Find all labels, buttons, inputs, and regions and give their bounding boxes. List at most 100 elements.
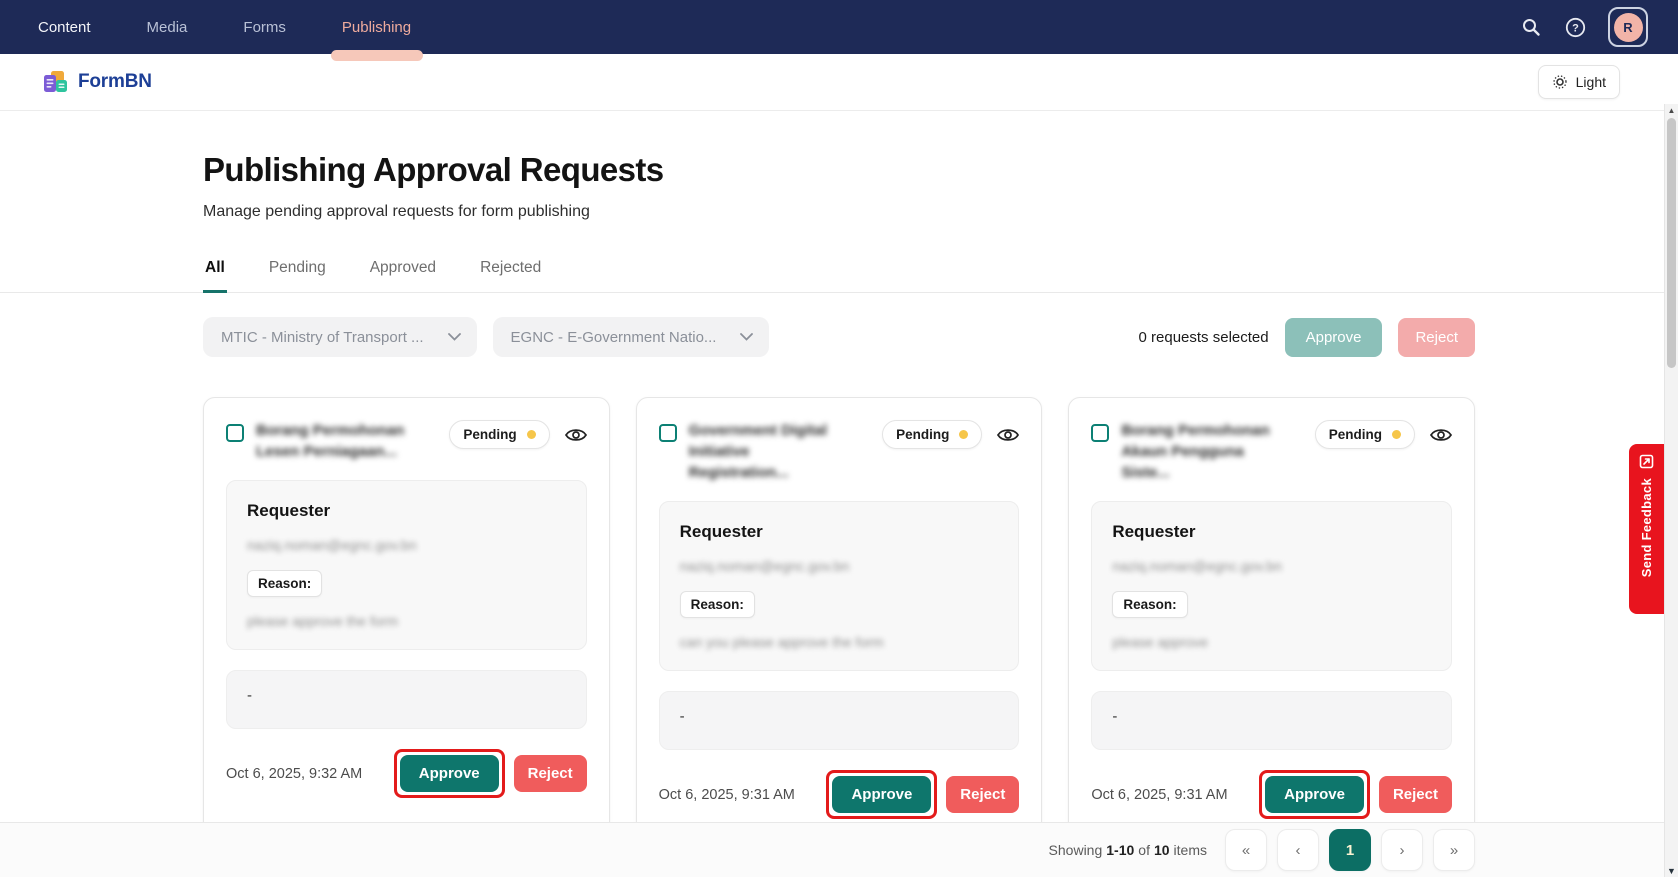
requester-panel: Requester naziq.noman@egnc.gov.bn Reason… xyxy=(1091,501,1452,671)
nav-item-publishing-label: Publishing xyxy=(341,18,412,36)
topnav-right-cluster: ? R xyxy=(1520,7,1648,47)
filter-row: MTIC - Ministry of Transport ... EGNC - … xyxy=(203,317,1475,357)
agency-filter-dropdown[interactable]: EGNC - E-Government Natio... xyxy=(492,317,770,357)
tab-approved[interactable]: Approved xyxy=(368,249,438,293)
reject-button[interactable]: Reject xyxy=(946,776,1020,813)
approve-highlight-outline: Approve xyxy=(826,770,938,819)
reject-button[interactable]: Reject xyxy=(1378,776,1452,813)
nav-item-content[interactable]: Content xyxy=(34,0,95,54)
nav-item-publishing[interactable]: Publishing xyxy=(330,0,423,61)
scroll-down-arrow-icon[interactable]: ▼ xyxy=(1665,866,1678,876)
eye-icon[interactable] xyxy=(564,427,587,443)
ministry-filter-value: MTIC - Ministry of Transport ... xyxy=(221,328,424,346)
status-tabs: All Pending Approved Rejected xyxy=(203,249,1475,293)
theme-toggle-button[interactable]: Light xyxy=(1537,65,1620,99)
pagination-bar: Showing 1-10 of 10 items « ‹ 1 › » xyxy=(0,822,1678,877)
tab-pending[interactable]: Pending xyxy=(267,249,328,293)
page-1-button[interactable]: 1 xyxy=(1329,829,1371,871)
user-menu-button[interactable]: R xyxy=(1608,7,1648,47)
formbn-logo-icon xyxy=(44,70,67,92)
status-badge-label: Pending xyxy=(896,427,950,442)
bulk-actions: 0 requests selected Approve Reject xyxy=(1139,317,1475,357)
app-bar: FormBN Light xyxy=(0,54,1678,111)
requester-email: naziq.noman@egnc.gov.bn xyxy=(1112,558,1282,574)
svg-text:?: ? xyxy=(1572,22,1579,34)
tab-rejected[interactable]: Rejected xyxy=(478,249,543,293)
card-footer: Oct 6, 2025, 9:31 AM Approve Reject xyxy=(1091,770,1452,819)
help-icon[interactable]: ? xyxy=(1564,16,1586,38)
active-nav-indicator xyxy=(330,50,423,61)
requester-email: naziq.noman@egnc.gov.bn xyxy=(679,558,850,574)
select-request-checkbox[interactable] xyxy=(226,424,244,442)
showing-of: of xyxy=(1138,842,1150,858)
request-card: Government Digital Initiative Registrati… xyxy=(635,397,1043,842)
tab-all[interactable]: All xyxy=(203,249,227,293)
select-request-checkbox[interactable] xyxy=(1091,424,1110,442)
form-title: Government Digital Initiative Registrati… xyxy=(688,422,828,481)
reject-button[interactable]: Reject xyxy=(513,755,587,792)
vertical-scrollbar[interactable]: ▲ ▼ xyxy=(1664,104,1678,877)
scrollbar-thumb[interactable] xyxy=(1667,118,1676,368)
approve-button[interactable]: Approve xyxy=(832,776,932,813)
request-cards: Borang Permohonan Lesen Perniagaan... Pe… xyxy=(203,397,1475,842)
comment-box: - xyxy=(226,670,587,729)
select-request-checkbox[interactable] xyxy=(658,424,677,442)
send-feedback-tab[interactable]: Send Feedback xyxy=(1629,444,1664,614)
last-page-button[interactable]: » xyxy=(1433,829,1475,871)
form-title: Borang Permohonan Akaun Pengguna Siste..… xyxy=(1121,422,1270,481)
request-date: Oct 6, 2025, 9:31 AM xyxy=(1091,786,1228,803)
eye-icon[interactable] xyxy=(1429,427,1452,443)
theme-toggle-label: Light xyxy=(1575,74,1606,90)
pager: « ‹ 1 › » xyxy=(1225,829,1475,871)
showing-suffix: items xyxy=(1173,842,1207,858)
bulk-reject-button[interactable]: Reject xyxy=(1398,317,1475,357)
top-navbar: Content Media Forms Publishing ? R xyxy=(0,0,1678,61)
status-badge: Pending xyxy=(882,420,983,449)
bulk-approve-button[interactable]: Approve xyxy=(1284,317,1383,357)
card-header: Government Digital Initiative Registrati… xyxy=(658,420,1020,483)
search-icon[interactable] xyxy=(1520,16,1542,38)
showing-total: 10 xyxy=(1153,842,1170,858)
next-page-button[interactable]: › xyxy=(1381,829,1423,871)
requester-email: naziq.noman@egnc.gov.bn xyxy=(247,537,417,553)
approve-button[interactable]: Approve xyxy=(399,755,499,792)
sun-icon xyxy=(1552,75,1567,89)
first-page-button[interactable]: « xyxy=(1225,829,1267,871)
approve-button[interactable]: Approve xyxy=(1265,776,1364,813)
scroll-up-arrow-icon[interactable]: ▲ xyxy=(1665,106,1678,115)
card-footer: Oct 6, 2025, 9:31 AM Approve Reject xyxy=(659,770,1020,819)
nav-item-forms[interactable]: Forms xyxy=(239,0,290,54)
eye-icon[interactable] xyxy=(997,427,1020,443)
pending-dot-icon xyxy=(1391,430,1401,439)
approve-highlight-outline: Approve xyxy=(1259,770,1370,819)
reason-label: Reason: xyxy=(1112,591,1188,618)
send-feedback-label: Send Feedback xyxy=(1639,478,1654,578)
form-title: Borang Permohonan Lesen Perniagaan... xyxy=(256,422,405,460)
reason-text: please approve the form xyxy=(247,613,398,629)
ministry-filter-dropdown[interactable]: MTIC - Ministry of Transport ... xyxy=(203,317,477,357)
request-card: Borang Permohonan Lesen Perniagaan... Pe… xyxy=(203,397,610,842)
reason-text: can you please approve the form xyxy=(679,634,884,650)
reason-label: Reason: xyxy=(679,591,755,618)
request-date: Oct 6, 2025, 9:32 AM xyxy=(226,765,363,782)
tabs-strip: All Pending Approved Rejected xyxy=(0,249,1678,293)
status-badge: Pending xyxy=(449,420,550,449)
reason-text: please approve xyxy=(1112,634,1209,650)
main-content: Publishing Approval Requests Manage pend… xyxy=(0,111,1678,842)
card-header: Borang Permohonan Lesen Perniagaan... Pe… xyxy=(226,420,587,462)
nav-item-media[interactable]: Media xyxy=(143,0,192,54)
prev-page-button[interactable]: ‹ xyxy=(1277,829,1319,871)
pending-dot-icon xyxy=(526,430,536,439)
showing-range: 1-10 xyxy=(1106,842,1135,858)
reason-label: Reason: xyxy=(247,570,323,597)
status-badge-label: Pending xyxy=(1328,427,1382,442)
card-header: Borang Permohonan Akaun Pengguna Siste..… xyxy=(1091,420,1452,483)
showing-prefix: Showing xyxy=(1048,842,1103,858)
agency-filter-value: EGNC - E-Government Natio... xyxy=(510,328,717,346)
brand-logo[interactable]: FormBN xyxy=(42,69,152,96)
brand-name: FormBN xyxy=(78,71,152,92)
chevron-down-icon xyxy=(447,333,461,341)
requester-panel: Requester naziq.noman@egnc.gov.bn Reason… xyxy=(658,501,1020,671)
page-title: Publishing Approval Requests xyxy=(203,151,664,188)
requester-heading: Requester xyxy=(247,501,331,520)
